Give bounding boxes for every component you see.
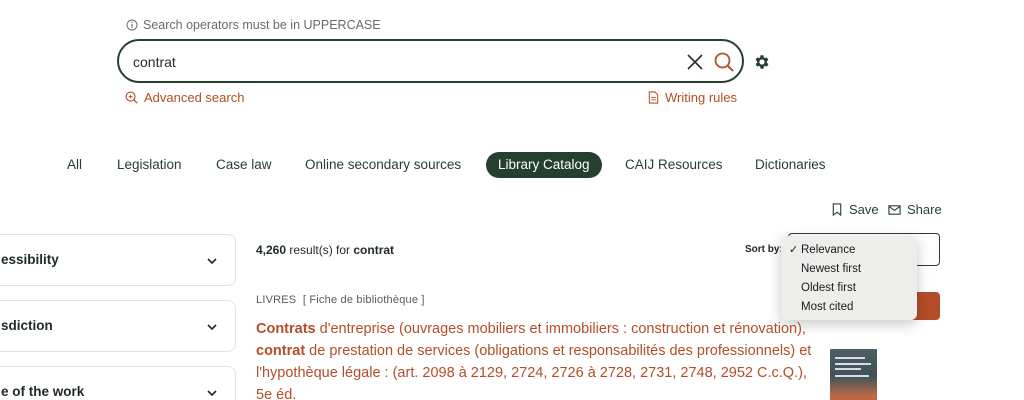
result-title-text: de prestation de services (obligations e…: [256, 343, 812, 400]
filter-label: sdiction: [1, 318, 53, 333]
share-label: Share: [907, 202, 942, 217]
search-box: [117, 39, 744, 83]
results-count-number: 4,260: [256, 243, 287, 257]
sort-label: Sort by:: [745, 244, 783, 255]
save-label: Save: [849, 202, 879, 217]
results-count: 4,260 result(s) for contrat: [256, 243, 394, 257]
book-cover-thumbnail[interactable]: [830, 349, 877, 400]
tab-all[interactable]: All: [67, 152, 82, 178]
tab-dictionaries[interactable]: Dictionaries: [755, 152, 826, 178]
tab-library-catalog[interactable]: Library Catalog: [486, 152, 602, 178]
tab-legislation[interactable]: Legislation: [117, 152, 182, 178]
sort-option-most-cited[interactable]: Most cited: [781, 298, 917, 317]
search-hint: Search operators must be in UPPERCASE: [126, 18, 381, 32]
category-tabs: All Legislation Case law Online secondar…: [0, 152, 1024, 178]
sort-option-relevance[interactable]: ✓ Relevance: [781, 241, 917, 260]
result-type-badge: LIVRES [ Fiche de bibliothèque ]: [256, 294, 425, 306]
tab-caij-resources[interactable]: CAIJ Resources: [625, 152, 723, 178]
result-title-text: d'entreprise (ouvrages mobiliers et immo…: [315, 321, 806, 337]
writing-rules-link[interactable]: Writing rules: [647, 90, 737, 105]
document-icon: [648, 91, 659, 104]
sort-option-label: Relevance: [801, 244, 856, 256]
bookmark-icon: [832, 203, 842, 216]
search-icon[interactable]: [713, 51, 735, 73]
save-button[interactable]: Save: [831, 202, 879, 217]
filter-type-of-work[interactable]: e of the work: [0, 366, 236, 400]
result-record-type: [ Fiche de bibliothèque ]: [302, 294, 425, 306]
mail-icon: [888, 204, 901, 215]
share-button[interactable]: Share: [888, 202, 942, 217]
filter-label: e of the work: [1, 384, 85, 399]
sort-option-label: Most cited: [801, 301, 854, 313]
advanced-search-label: Advanced search: [144, 90, 245, 105]
tab-case-law[interactable]: Case law: [216, 152, 272, 178]
results-count-suffix: result(s) for: [286, 243, 354, 257]
search-input[interactable]: [133, 51, 673, 73]
info-icon: [126, 19, 138, 31]
search-hint-text: Search operators must be in UPPERCASE: [143, 18, 381, 32]
chevron-down-icon: [207, 324, 217, 331]
chevron-down-icon: [207, 390, 217, 397]
tab-online-secondary-sources[interactable]: Online secondary sources: [305, 152, 461, 178]
result-type: LIVRES: [256, 294, 297, 306]
writing-rules-label: Writing rules: [665, 90, 738, 105]
filter-jurisdiction[interactable]: sdiction: [0, 300, 236, 352]
chevron-down-icon: [207, 258, 217, 265]
sort-option-oldest[interactable]: Oldest first: [781, 279, 917, 298]
sort-option-label: Newest first: [801, 263, 862, 275]
sort-option-newest[interactable]: Newest first: [781, 260, 917, 279]
results-query: contrat: [353, 243, 395, 257]
zoom-plus-icon: [125, 91, 138, 104]
result-title-link[interactable]: Contrats d'entreprise (ouvrages mobilier…: [256, 318, 816, 400]
close-icon[interactable]: [686, 53, 704, 71]
sort-dropdown-menu: ✓ Relevance Newest first Oldest first Mos…: [781, 236, 917, 320]
result-title-highlight: Contrats: [256, 321, 316, 337]
checkmark-icon: ✓: [789, 244, 799, 256]
gear-icon[interactable]: [753, 53, 771, 71]
filter-label: essibility: [1, 252, 59, 267]
result-title-highlight: contrat: [256, 343, 306, 359]
sort-option-label: Oldest first: [801, 282, 856, 294]
filter-accessibility[interactable]: essibility: [0, 234, 236, 286]
advanced-search-link[interactable]: Advanced search: [125, 90, 244, 105]
